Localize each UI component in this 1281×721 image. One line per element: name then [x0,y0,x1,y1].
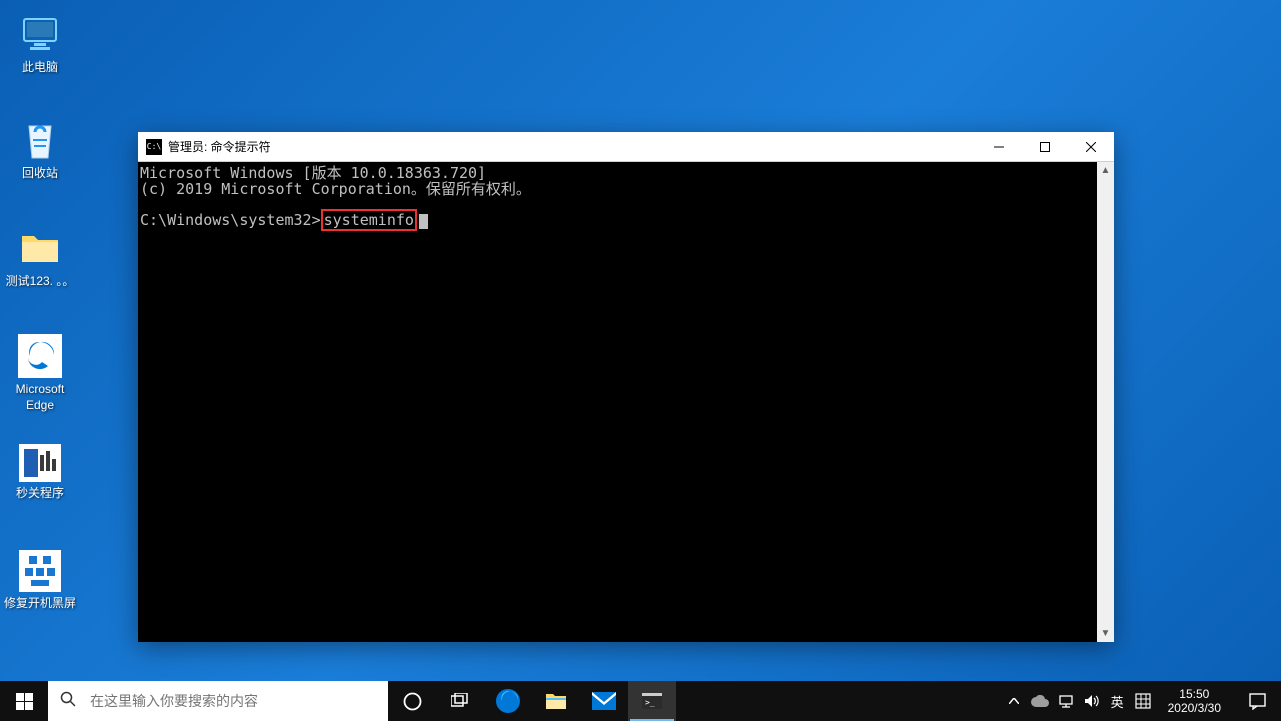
desktop-icon-label: 修复开机黑屏 [4,596,76,612]
taskbar-file-explorer[interactable] [532,681,580,721]
desktop-icon-this-pc[interactable]: 此电脑 [2,14,78,76]
desktop-icon-test-folder[interactable]: 测试123. 。。 [2,228,78,290]
taskbar: >_ 英 15:50 2020/3/30 [0,681,1281,721]
desktop-icon-recycle-bin[interactable]: 回收站 [2,120,78,182]
tray-volume-icon[interactable] [1083,692,1101,710]
app-icon [19,444,61,482]
desktop-icon-label: 此电脑 [22,60,58,76]
maximize-button[interactable] [1022,132,1068,162]
tray-network-icon[interactable] [1057,692,1075,710]
desktop-icon-label: Microsoft Edge [2,382,78,413]
search-box[interactable] [48,681,388,721]
window-title: 管理员: 命令提示符 [168,138,976,155]
taskbar-cmd[interactable]: >_ [628,681,676,721]
desktop-icon-quick-close[interactable]: 秒关程序 [2,444,78,502]
task-view-button[interactable] [436,681,484,721]
recycle-icon [19,120,61,162]
desktop-icon-label: 测试123. 。。 [6,274,75,290]
cortana-button[interactable] [388,681,436,721]
cmd-body[interactable]: Microsoft Windows [版本 10.0.18363.720](c)… [138,162,1114,642]
close-button[interactable] [1068,132,1114,162]
scroll-up-icon[interactable]: ▲ [1097,162,1114,179]
folder-icon [19,228,61,270]
pc-icon [19,14,61,56]
taskbar-mail[interactable] [580,681,628,721]
search-input[interactable] [90,693,376,709]
desktop-icon-edge[interactable]: Microsoft Edge [2,334,78,413]
clock[interactable]: 15:50 2020/3/30 [1160,687,1229,716]
app-icon [19,550,61,592]
cmd-prompt: C:\Windows\system32> [140,211,321,229]
cmd-output[interactable]: Microsoft Windows [版本 10.0.18363.720](c)… [138,162,1097,642]
notifications-button[interactable] [1237,693,1277,710]
cmd-cursor [419,214,428,229]
cmd-command-highlight: systeminfo [321,209,417,231]
desktop-icon-fix-boot[interactable]: 修复开机黑屏 [2,550,78,612]
cmd-line-copyright: (c) 2019 Microsoft Corporation。保留所有权利。 [140,182,1095,198]
clock-date: 2020/3/30 [1168,701,1221,715]
svg-text:>_: >_ [645,698,655,707]
system-tray: 英 15:50 2020/3/30 [1001,681,1281,721]
tray-ime-icon[interactable] [1134,692,1152,710]
search-icon [60,691,76,712]
scrollbar[interactable]: ▲ ▼ [1097,162,1114,642]
taskbar-edge[interactable] [484,681,532,721]
cmd-window: C:\ 管理员: 命令提示符 Microsoft Windows [版本 10.… [138,132,1114,642]
desktop-icon-label: 回收站 [22,166,58,182]
start-button[interactable] [0,681,48,721]
minimize-button[interactable] [976,132,1022,162]
desktop-icon-label: 秒关程序 [16,486,64,502]
scroll-down-icon[interactable]: ▼ [1097,625,1114,642]
ime-language[interactable]: 英 [1109,692,1126,711]
tray-chevron-up-icon[interactable] [1005,692,1023,710]
tray-onedrive-icon[interactable] [1031,692,1049,710]
titlebar[interactable]: C:\ 管理员: 命令提示符 [138,132,1114,162]
clock-time: 15:50 [1179,687,1209,701]
edge-icon [18,334,62,378]
cmd-icon: C:\ [146,139,162,155]
